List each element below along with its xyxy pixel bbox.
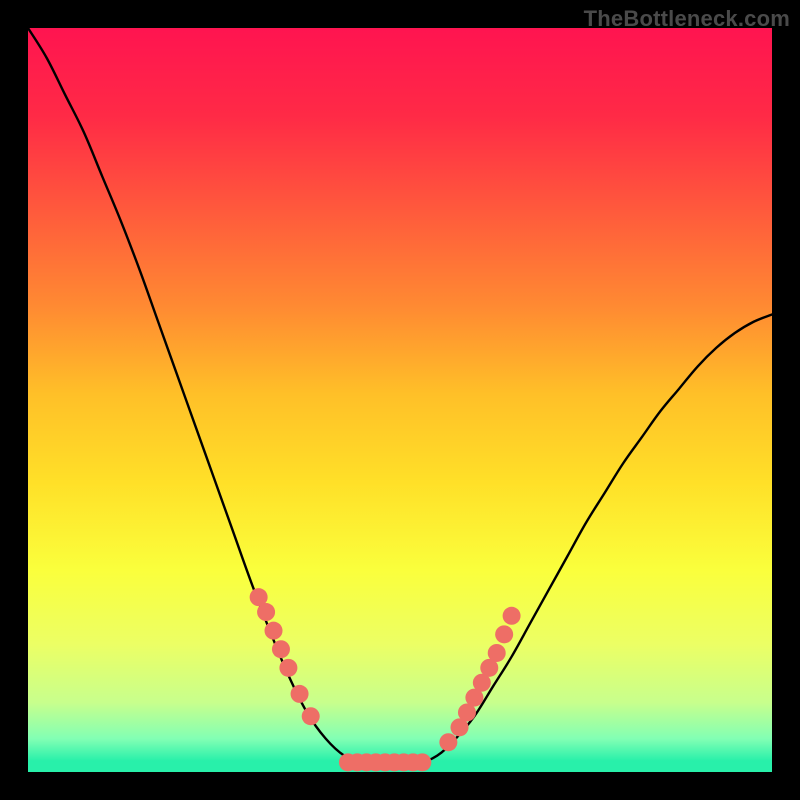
data-point	[503, 607, 521, 625]
data-point	[291, 685, 309, 703]
data-point	[413, 753, 431, 771]
bottleneck-chart	[0, 0, 800, 800]
plot-area	[28, 28, 772, 772]
data-point	[257, 603, 275, 621]
watermark-text: TheBottleneck.com	[584, 6, 790, 32]
data-point	[302, 707, 320, 725]
data-point	[495, 625, 513, 643]
gradient-background	[28, 28, 772, 772]
data-point	[279, 659, 297, 677]
data-point	[488, 644, 506, 662]
data-point	[272, 640, 290, 658]
data-point	[265, 622, 283, 640]
chart-container: TheBottleneck.com	[0, 0, 800, 800]
data-point	[439, 733, 457, 751]
